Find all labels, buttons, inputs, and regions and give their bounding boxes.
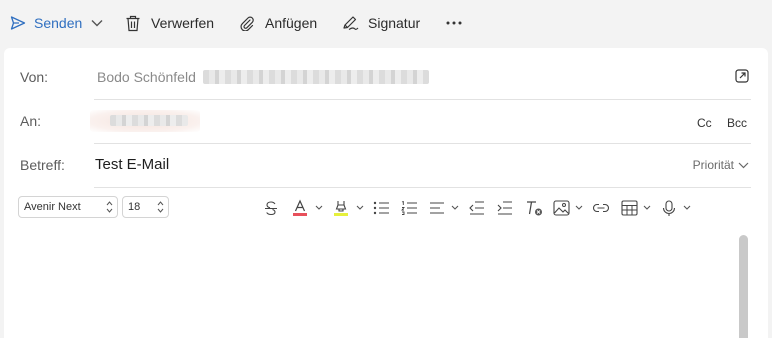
attach-button[interactable]: Anfügen (239, 12, 317, 34)
insert-image-icon[interactable] (553, 198, 570, 218)
more-dots-icon (446, 20, 462, 26)
chevron-down-icon[interactable] (356, 198, 364, 218)
discard-button[interactable]: Verwerfen (125, 12, 214, 34)
align-icon[interactable] (429, 198, 445, 218)
recipient-chip[interactable] (90, 110, 200, 132)
font-color-icon[interactable] (292, 198, 308, 218)
font-size-select[interactable]: 18 (122, 196, 169, 218)
numbered-list-icon[interactable] (401, 198, 418, 218)
microphone-icon[interactable] (662, 198, 676, 218)
from-row: Von: Bodo Schönfeld (18, 56, 751, 100)
message-body[interactable] (18, 230, 733, 338)
bcc-button[interactable]: Bcc (727, 116, 747, 130)
subject-label: Betreff: (20, 157, 65, 173)
bullet-list-icon[interactable] (373, 198, 390, 218)
strikethrough-icon[interactable] (263, 198, 279, 218)
cc-bcc-toggles: Cc Bcc (685, 116, 747, 130)
subject-row: Betreff: Test E-Mail Priorität (18, 144, 751, 188)
chevron-down-icon (90, 18, 104, 28)
chevron-down-icon[interactable] (575, 198, 583, 218)
priority-label: Priorität (692, 158, 734, 172)
to-row: An: Cc Bcc (18, 100, 751, 144)
signature-button[interactable]: Signatur (341, 12, 420, 34)
to-label: An: (20, 113, 42, 129)
from-field[interactable]: Bodo Schönfeld (97, 69, 429, 85)
chevron-down-icon[interactable] (683, 198, 691, 218)
send-options-button[interactable] (90, 12, 104, 34)
compose-form: Von: Bodo Schönfeld An: Cc Bcc Betreff: … (4, 48, 768, 338)
redacted-recipient (110, 115, 188, 126)
divider (94, 187, 751, 188)
discard-label: Verwerfen (151, 15, 215, 31)
redacted-email (202, 70, 429, 84)
stepper-icon (106, 200, 113, 217)
compose-toolbar: Senden Verwerfen Anfügen Signatur (0, 0, 772, 46)
chevron-down-icon[interactable] (451, 198, 459, 218)
subject-input[interactable]: Test E-Mail (95, 156, 169, 173)
clear-formatting-icon[interactable] (525, 198, 543, 218)
paperclip-icon (239, 15, 255, 31)
font-family-value: Avenir Next (24, 201, 81, 213)
more-button[interactable] (446, 12, 462, 34)
send-label: Senden (34, 15, 83, 31)
insert-table-icon[interactable] (621, 198, 638, 218)
increase-indent-icon[interactable] (497, 198, 513, 218)
chevron-down-icon[interactable] (315, 198, 323, 218)
chevron-down-icon[interactable] (643, 198, 651, 218)
decrease-indent-icon[interactable] (469, 198, 485, 218)
from-label: Von: (20, 69, 49, 85)
scrollbar[interactable] (739, 235, 748, 338)
from-name: Bodo Schönfeld (97, 69, 196, 85)
font-family-select[interactable]: Avenir Next (18, 196, 118, 218)
stepper-icon (157, 200, 164, 217)
signature-pen-icon (341, 15, 359, 31)
pop-out-icon[interactable] (735, 69, 749, 83)
send-button[interactable]: Senden (10, 12, 82, 34)
attach-label: Anfügen (265, 15, 318, 31)
chevron-down-icon (734, 158, 749, 172)
send-icon (10, 15, 26, 31)
format-toolbar: Avenir Next 18 (18, 196, 758, 220)
highlighter-icon[interactable] (333, 198, 349, 218)
signature-label: Signatur (368, 15, 421, 31)
insert-link-icon[interactable] (592, 198, 610, 218)
font-size-value: 18 (128, 201, 141, 213)
cc-button[interactable]: Cc (697, 116, 712, 130)
trash-icon (125, 15, 141, 32)
priority-dropdown[interactable]: Priorität (693, 158, 749, 172)
